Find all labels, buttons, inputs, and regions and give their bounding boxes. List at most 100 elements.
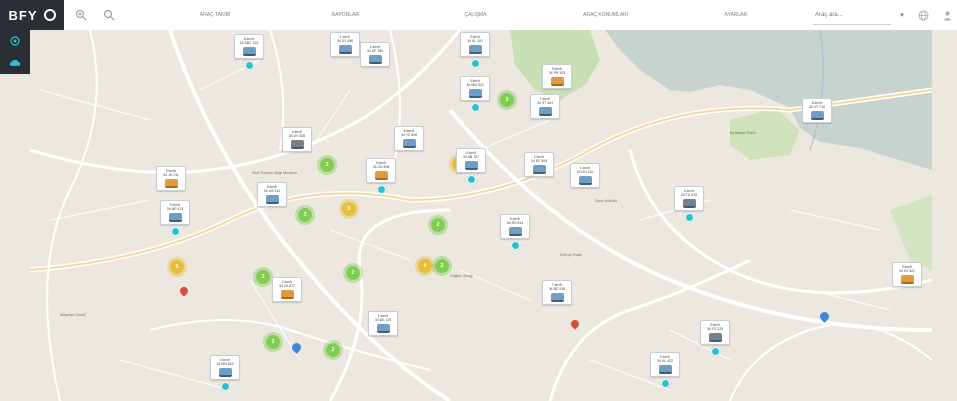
cluster-9[interactable]: 3 [256, 270, 270, 284]
marker-plate: 34 KL 101 [467, 39, 483, 43]
cluster-5[interactable]: 5 [342, 202, 356, 216]
vehicle-marker[interactable]: 2 km/h 34 DF 789 [360, 42, 390, 67]
marker-plate: 34 ABC 123 [239, 41, 259, 45]
cluster-11[interactable]: 4 [418, 259, 432, 273]
vehicle-marker[interactable]: 9 km/h 34 CD 808 [366, 158, 396, 194]
marker-card: 2 km/h 34 DF 789 [360, 42, 390, 67]
vehicle-marker[interactable]: 8 km/h 34 ABC 123 [234, 34, 264, 70]
poi-label: Belediye Parkı [730, 130, 756, 135]
marker-card: 5 km/h 34 RS 514 [500, 214, 530, 239]
vehicle-marker[interactable]: 0 km/h 34 AB 707 [456, 148, 486, 184]
vehicle-marker[interactable]: 8 km/h 34 LM 312 [257, 182, 287, 207]
marker-card: 0 km/h 34 MN 202 [460, 76, 490, 101]
marker-card: 2 km/h 34 ZA 817 [272, 277, 302, 302]
location-target-icon[interactable] [0, 30, 30, 52]
vehicle-marker[interactable]: 0 km/h 34 MN 202 [460, 76, 490, 112]
marker-card: 1 km/h 34 DE 119 [368, 311, 398, 336]
vehicle-search-input[interactable] [813, 5, 891, 25]
marker-plate: 34 RS 514 [506, 221, 524, 225]
bus-icon [374, 171, 388, 180]
marker-plate: 34 JK 211 [163, 173, 179, 177]
bus-icon [900, 275, 914, 284]
vehicle-marker[interactable]: 7 km/h 34 ST 404 [530, 94, 560, 119]
marker-card: 3 km/h 34 FG 220 [700, 320, 730, 345]
marker-plate: 34 XY 456 [336, 39, 354, 43]
marker-plate: 34 VY 716 [808, 105, 826, 109]
marker-card: 6 km/h 34 VY 716 [802, 98, 832, 123]
marker-plate: 34 CD 808 [372, 165, 390, 169]
vehicle-marker[interactable]: 6 km/h 34 YZ 606 [394, 126, 424, 151]
marker-card: 4 km/h 34 UV 505 [282, 127, 312, 152]
vehicle-marker[interactable]: 5 km/h 34 RS 514 [500, 214, 530, 250]
marker-card: 8 km/h 34 LM 312 [257, 182, 287, 207]
marker-card: 7 km/h 34 ST 404 [530, 94, 560, 119]
car-icon[interactable] [0, 52, 30, 74]
vehicle-marker[interactable]: 3 km/h 34 FG 220 [700, 320, 730, 356]
car-icon [508, 227, 522, 236]
cluster-12[interactable]: 2 [435, 259, 449, 273]
cluster-4[interactable]: 2 [500, 93, 514, 107]
vehicle-marker[interactable]: 4 km/h 34 MN 523 [210, 355, 240, 391]
cluster-7[interactable]: 2 [431, 218, 445, 232]
vehicle-marker[interactable]: 1 km/h 34 DE 119 [368, 311, 398, 336]
search-icon[interactable] [98, 4, 120, 26]
car-icon [242, 47, 256, 56]
globe-icon[interactable] [913, 5, 933, 25]
brand-ring-icon [43, 9, 56, 21]
marker-plate: 34 DF 789 [366, 49, 384, 53]
marker-plate: 34 MN 202 [466, 83, 484, 87]
vehicle-marker[interactable]: 1 km/h 34 GH 110 [570, 163, 600, 188]
cluster-8[interactable]: 6 [170, 260, 184, 274]
vehicle-marker[interactable]: 2 km/h 34 EF 909 [524, 152, 554, 177]
tab-3[interactable]: ARAÇ KONUMLARI [561, 12, 651, 18]
vehicle-marker[interactable]: 0 km/h 34 NP 413 [160, 200, 190, 236]
vehicle-marker[interactable]: 2 km/h 34 ZA 817 [272, 277, 302, 302]
tab-4[interactable]: AYARLAR [691, 12, 781, 18]
vehicle-marker[interactable]: 4 km/h 34 TU 615 [674, 186, 704, 222]
vehicle-marker[interactable]: 0 km/h 34 HJ 321 [892, 262, 922, 287]
cluster-10[interactable]: 2 [346, 266, 360, 280]
car-icon [538, 107, 552, 116]
map-canvas[interactable]: 3 2 4 2 5 3 2 6 3 2 4 2 3 2 Sivil Toplum… [30, 30, 932, 401]
vehicle-marker[interactable]: 1 km/h 34 XY 456 [330, 32, 360, 57]
status-dot [170, 227, 180, 236]
status-dot [470, 59, 480, 68]
status-dot [466, 175, 476, 184]
user-icon[interactable] [937, 5, 957, 25]
chevron-down-icon[interactable]: ▾ [895, 11, 909, 19]
car-icon [810, 111, 824, 120]
vehicle-marker[interactable]: 7 km/h 34 BC 918 [542, 280, 572, 305]
marker-card: 3 km/h 34 JK 211 [156, 166, 186, 191]
car-icon [265, 195, 279, 204]
vehicle-marker[interactable]: 6 km/h 34 VY 716 [802, 98, 832, 123]
status-dot [244, 61, 254, 70]
vehicle-marker[interactable]: 9 km/h 34 KL 422 [650, 352, 680, 388]
cluster-1[interactable]: 3 [320, 158, 334, 172]
vehicle-marker[interactable]: 5 km/h 34 PR 303 [542, 64, 572, 89]
car-icon [168, 213, 182, 222]
marker-plate: 34 UV 505 [288, 134, 306, 138]
brand[interactable]: BFY [0, 0, 64, 30]
marker-card: 0 km/h 34 HJ 321 [892, 262, 922, 287]
marker-plate: 34 PR 303 [548, 71, 566, 75]
left-rail [0, 30, 30, 74]
car-icon [376, 324, 390, 333]
tab-1[interactable]: RAPORLAR [300, 12, 390, 18]
car-icon [578, 176, 592, 185]
cluster-13[interactable]: 3 [266, 335, 280, 349]
cluster-6[interactable]: 3 [298, 208, 312, 222]
marker-plate: 34 MN 523 [216, 362, 234, 366]
zoom-in-icon[interactable] [70, 4, 92, 26]
marker-plate: 34 YZ 606 [400, 133, 418, 137]
marker-plate: 34 DE 119 [374, 318, 392, 322]
vehicle-marker[interactable]: 4 km/h 34 UV 505 [282, 127, 312, 152]
cluster-14[interactable]: 2 [326, 343, 340, 357]
marker-plate: 34 LM 312 [263, 189, 281, 193]
marker-card: 0 km/h 34 NP 413 [160, 200, 190, 225]
car-icon [338, 45, 352, 54]
tab-0[interactable]: ARAÇ TAKİBİ [170, 12, 260, 18]
vehicle-marker[interactable]: 3 km/h 34 KL 101 [460, 32, 490, 68]
tab-2[interactable]: ÇALIŞMA [430, 12, 520, 18]
marker-plate: 34 TU 615 [680, 193, 698, 197]
vehicle-marker[interactable]: 3 km/h 34 JK 211 [156, 166, 186, 191]
